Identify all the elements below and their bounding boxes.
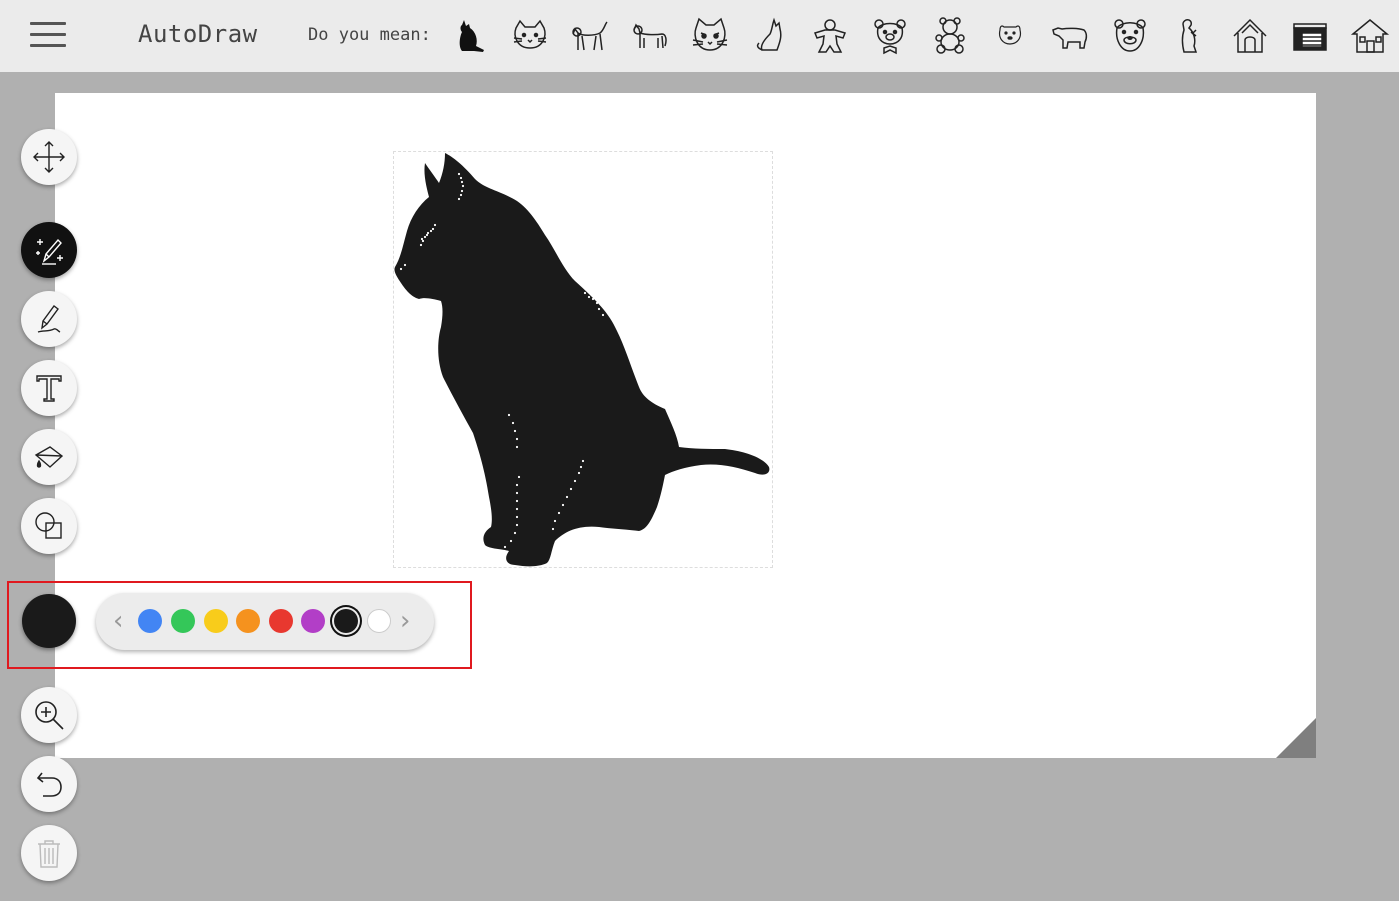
suggestion-label: Do you mean: bbox=[308, 25, 431, 45]
shapes-icon bbox=[35, 512, 62, 539]
suggestion-barn-icon[interactable] bbox=[1286, 12, 1334, 60]
autodraw-sparkle-pencil-icon bbox=[36, 238, 63, 265]
move-tool-button[interactable] bbox=[21, 129, 77, 185]
suggestion-cat-sitting-icon[interactable] bbox=[746, 12, 794, 60]
move-icon bbox=[33, 141, 65, 173]
suggestion-polar-bear-face-icon[interactable] bbox=[986, 12, 1034, 60]
text-icon bbox=[36, 375, 62, 402]
pencil-icon bbox=[37, 305, 61, 333]
draw-tool-button[interactable] bbox=[21, 291, 77, 347]
suggestion-cat-walking-icon[interactable] bbox=[566, 12, 614, 60]
fill-tool-button[interactable] bbox=[21, 429, 77, 485]
zoom-tool-button[interactable] bbox=[21, 687, 77, 743]
resize-corner[interactable] bbox=[1276, 718, 1316, 758]
autodraw-tool-button[interactable] bbox=[21, 222, 77, 278]
suggestion-cat-face-icon[interactable] bbox=[506, 12, 554, 60]
undo-icon bbox=[36, 772, 62, 797]
suggestion-cat-face-2-icon[interactable] bbox=[686, 12, 734, 60]
type-tool-button[interactable] bbox=[21, 360, 77, 416]
suggestion-meerkat-icon[interactable] bbox=[1166, 12, 1214, 60]
suggestion-house-icon[interactable] bbox=[1226, 12, 1274, 60]
menu-icon[interactable] bbox=[30, 22, 66, 50]
suggestion-list bbox=[446, 12, 1399, 60]
suggestion-bear-bow-icon[interactable] bbox=[866, 12, 914, 60]
highlight-box bbox=[7, 581, 472, 669]
suggestion-cat-walking-2-icon[interactable] bbox=[626, 12, 674, 60]
suggestion-cat-silhouette-icon[interactable] bbox=[446, 12, 494, 60]
app-title: AutoDraw bbox=[138, 20, 258, 48]
trash-icon bbox=[38, 840, 60, 868]
zoom-in-icon bbox=[35, 701, 64, 730]
top-bar: AutoDraw Do you mean: bbox=[0, 0, 1399, 72]
shape-tool-button[interactable] bbox=[21, 498, 77, 554]
undo-button[interactable] bbox=[21, 756, 77, 812]
suggestion-bear-face-icon[interactable] bbox=[1106, 12, 1154, 60]
suggestion-polar-bear-icon[interactable] bbox=[1046, 12, 1094, 60]
delete-button[interactable] bbox=[21, 825, 77, 881]
cat-drawing[interactable] bbox=[393, 151, 773, 567]
suggestion-teddy-bear-icon[interactable] bbox=[926, 12, 974, 60]
paint-bucket-icon bbox=[34, 446, 64, 468]
suggestion-house-2-icon[interactable] bbox=[1346, 12, 1394, 60]
suggestion-gingerbread-icon[interactable] bbox=[806, 12, 854, 60]
